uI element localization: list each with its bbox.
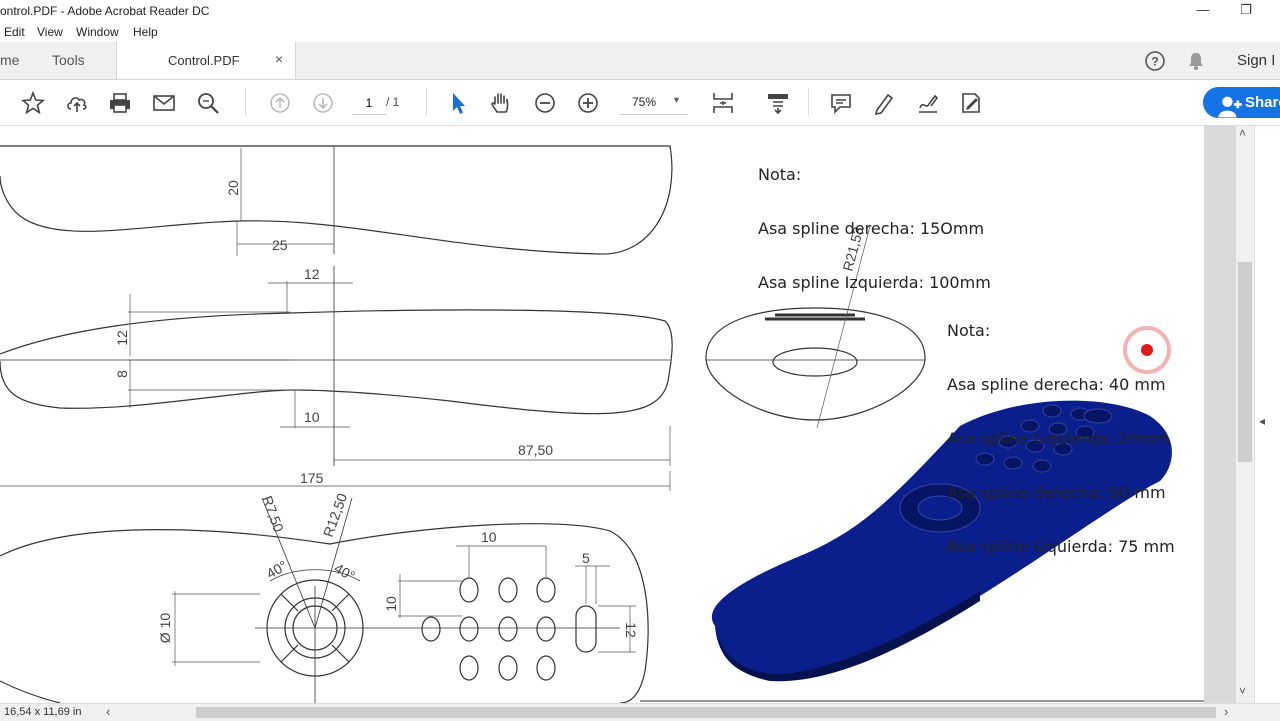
search-zoom-icon[interactable] [195, 90, 221, 116]
bottom-view-outline [0, 523, 649, 703]
menu-window[interactable]: Window [76, 25, 119, 39]
horizontal-scroll-thumb[interactable] [196, 707, 1216, 718]
dim-10-vertical: 10 [383, 596, 399, 612]
bell-icon[interactable] [1186, 51, 1206, 76]
menu-bar: Edit View Window Help [0, 22, 1280, 42]
zoom-out-icon[interactable] [532, 90, 558, 116]
scroll-left-icon[interactable]: ‹ [106, 704, 110, 719]
dim-10-side: 10 [304, 409, 320, 425]
dim-10-keys: 10 [481, 529, 497, 545]
menu-view[interactable]: View [37, 25, 63, 39]
tab-bar: me Tools Control.PDF × ? Sign I [0, 42, 1280, 80]
scroll-down-icon[interactable]: ˅ [1239, 684, 1246, 698]
page-number-input[interactable] [352, 92, 386, 115]
sign-in-link[interactable]: Sign I [1237, 52, 1275, 69]
star-icon[interactable] [20, 90, 46, 116]
zoom-value: 75% [632, 95, 657, 109]
dim-8: 8 [114, 370, 130, 378]
dim-angle-40-right: 40° [332, 560, 358, 584]
share-label: Share [1245, 94, 1280, 111]
tab-document[interactable]: Control.PDF × [116, 42, 296, 79]
dim-175: 175 [300, 470, 324, 486]
right-pane-collapsed: ◂ [1254, 126, 1280, 703]
tab-document-label: Control.PDF [168, 53, 240, 68]
top-view-outline [0, 145, 673, 255]
comment-icon[interactable] [828, 90, 854, 116]
scroll-mode-icon[interactable] [765, 90, 791, 116]
restore-button[interactable]: ❐ [1236, 2, 1256, 18]
mail-icon[interactable] [151, 90, 177, 116]
dim-5: 5 [582, 550, 590, 566]
note-right-line-1: Asa spline derecha: 40 mm [947, 375, 1166, 394]
scroll-right-icon[interactable]: › [1224, 704, 1228, 719]
status-bar: 16,54 x 11,69 in ‹ › [0, 703, 1280, 721]
dim-20: 20 [225, 180, 241, 196]
highlight-icon[interactable] [871, 90, 897, 116]
svg-text:?: ? [1151, 55, 1158, 69]
expand-pane-icon[interactable]: ◂ [1259, 414, 1265, 428]
select-arrow-icon[interactable] [445, 90, 471, 116]
dim-r12-50: R12,50 [320, 491, 351, 539]
zoom-select[interactable]: 75% ▾ [620, 92, 688, 115]
pdf-page: 20 25 12 12 8 10 87,50 175 R7,50 R12,50 … [0, 126, 1204, 703]
sign-icon[interactable] [915, 90, 941, 116]
zoom-in-icon[interactable] [575, 90, 601, 116]
fit-page-icon[interactable] [710, 90, 736, 116]
note-top-line-1: Asa spline derecha: 15Omm [758, 219, 985, 238]
page-up-icon[interactable] [267, 90, 293, 116]
note-right-line-2: Asa spline Izquierda: 20mm [947, 429, 1170, 448]
note-right-line-4: Asa spline Izquierda: 75 mm [947, 537, 1175, 556]
note-right-heading: Nota: [947, 321, 991, 340]
tab-tools[interactable]: Tools [52, 52, 85, 68]
toolbar-divider [245, 88, 246, 116]
note-right-line-3: Asa spline derecha: 90 mm [947, 483, 1166, 502]
vertical-scroll-thumb[interactable] [1238, 262, 1252, 462]
side-view-outline [0, 309, 673, 415]
add-user-icon [1217, 94, 1243, 125]
note-top-heading: Nota: [758, 165, 802, 184]
dim-12-slot: 12 [623, 622, 639, 638]
horizontal-scrollbar[interactable]: ‹ › [100, 704, 1236, 721]
toolbar: / 1 75% ▾ Share [0, 80, 1280, 126]
page-total: / 1 [386, 95, 400, 109]
dim-12-side: 12 [114, 330, 130, 346]
hand-icon[interactable] [488, 90, 514, 116]
dim-12-top: 12 [304, 266, 320, 282]
page-size-label: 16,54 x 11,69 in [4, 706, 82, 718]
page-down-icon[interactable] [310, 90, 336, 116]
vertical-scrollbar[interactable]: ˄ ˅ [1236, 126, 1254, 703]
dim-87-50: 87,50 [518, 442, 553, 458]
menu-help[interactable]: Help [133, 25, 158, 39]
edit-stamp-icon[interactable] [958, 90, 984, 116]
upload-cloud-icon[interactable] [64, 90, 90, 116]
print-icon[interactable] [107, 90, 133, 116]
scroll-up-icon[interactable]: ˄ [1239, 126, 1246, 140]
dim-r7-50: R7,50 [259, 494, 287, 535]
minimize-button[interactable]: — [1193, 2, 1213, 17]
dim-25: 25 [272, 237, 288, 253]
title-bar: ontrol.PDF - Adobe Acrobat Reader DC — ❐ [0, 0, 1280, 22]
dim-diameter-10: Ø 10 [157, 613, 173, 644]
document-view[interactable]: 20 25 12 12 8 10 87,50 175 R7,50 R12,50 … [0, 126, 1236, 703]
share-button[interactable]: Share [1203, 87, 1280, 118]
close-tab-icon[interactable]: × [275, 51, 283, 67]
window-title: ontrol.PDF - Adobe Acrobat Reader DC [0, 4, 210, 18]
help-icon[interactable]: ? [1144, 50, 1166, 77]
toolbar-divider [808, 88, 809, 116]
chevron-down-icon: ▾ [674, 95, 680, 106]
dim-angle-40-left: 40° [264, 557, 290, 581]
tab-home[interactable]: me [0, 52, 19, 68]
note-right: Nota: Asa spline derecha: 40 mm Asa spli… [947, 286, 1175, 592]
menu-edit[interactable]: Edit [4, 25, 25, 39]
toolbar-divider [426, 88, 427, 116]
